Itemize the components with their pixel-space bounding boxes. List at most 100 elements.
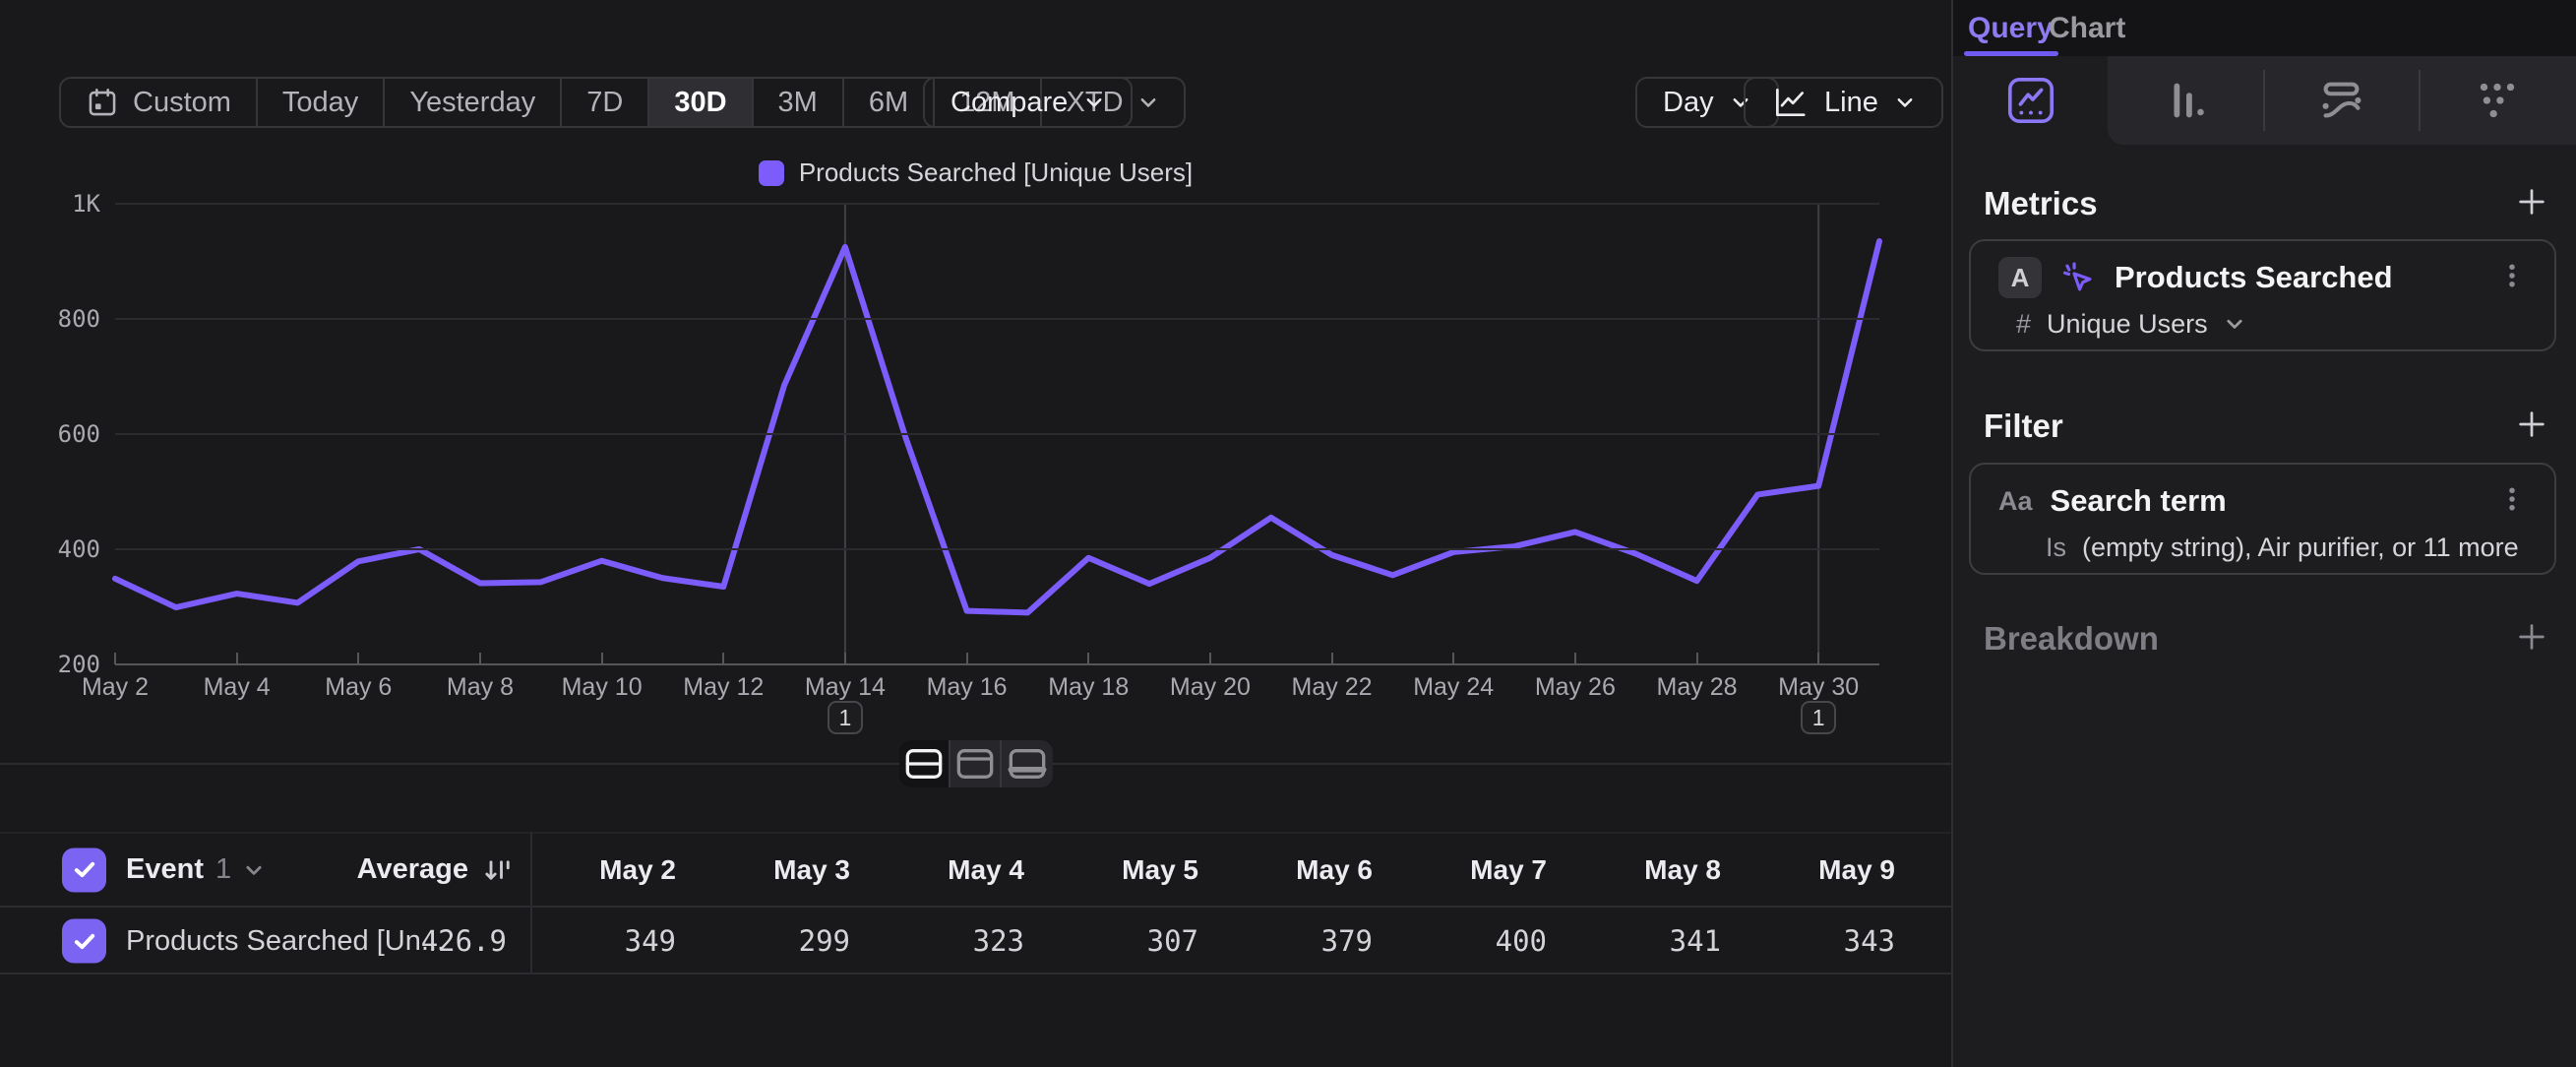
check-icon — [70, 855, 99, 885]
chart-view-button[interactable] — [951, 740, 1002, 787]
x-axis-label: May 18 — [1019, 673, 1157, 702]
chart-view-icon — [955, 747, 995, 781]
x-axis-line — [115, 663, 1879, 665]
add-filter-button[interactable] — [2515, 408, 2548, 441]
day-value-cell: 343 — [1750, 910, 1925, 973]
table-column-divider — [530, 832, 532, 974]
x-axis-label: May 6 — [289, 673, 427, 702]
x-axis-label: May 14 — [776, 673, 914, 702]
y-axis-label: 1K — [12, 190, 100, 218]
x-axis-tick — [1452, 653, 1454, 664]
check-icon — [70, 926, 99, 956]
filter-kebab-menu-icon[interactable] — [2497, 484, 2527, 519]
day-column-header[interactable]: May 3 — [705, 834, 880, 906]
sort-descending-icon — [482, 855, 512, 885]
table-row[interactable]: Products Searched [Un... 426.9 349299323… — [0, 910, 1951, 974]
x-axis-tick — [1209, 653, 1211, 664]
row-checkbox[interactable] — [62, 919, 106, 964]
x-axis-tick — [357, 653, 359, 664]
x-axis-tick — [1574, 653, 1576, 664]
main-area: Custom Today Yesterday 7D 30D 3M 6M 12M … — [0, 0, 1951, 1067]
metrics-heading: Metrics — [1984, 185, 2098, 222]
filter-card[interactable]: Aa Search term Is (empty string), Air pu… — [1969, 463, 2556, 575]
tab-query[interactable]: Query — [1968, 0, 2054, 56]
add-metric-button[interactable] — [2515, 185, 2548, 219]
event-cursor-icon — [2059, 259, 2097, 296]
x-axis-label: May 4 — [168, 673, 306, 702]
metric-card[interactable]: A Products Searched # Unique Users — [1969, 239, 2556, 351]
panel-tab-bar: Query Chart — [1953, 0, 2576, 56]
x-axis-tick — [1331, 653, 1333, 664]
y-axis-label: 800 — [12, 305, 100, 333]
event-selector[interactable]: Event 1 — [126, 834, 265, 906]
tab-chart[interactable]: Chart — [2049, 0, 2125, 56]
event-count: 1 — [215, 853, 231, 886]
flows-icon — [2315, 74, 2368, 127]
chevron-down-icon — [2224, 313, 2245, 335]
day-column-header[interactable]: May 2 — [531, 834, 705, 906]
query-panel: Query Chart — [1953, 0, 2576, 1067]
y-gridline — [115, 548, 1879, 550]
x-axis-label: May 30 — [1749, 673, 1887, 702]
filter-value[interactable]: (empty string), Air purifier, or 11 more — [2082, 533, 2519, 563]
funnel-dots-icon — [2471, 74, 2524, 127]
day-value-cell: 341 — [1576, 910, 1750, 973]
x-axis-tick — [966, 653, 968, 664]
x-axis-label: May 8 — [411, 673, 549, 702]
annotation-badge[interactable]: 1 — [828, 701, 863, 734]
strip-divider — [2263, 70, 2265, 131]
table-view-button[interactable] — [1002, 740, 1053, 787]
split-view-button[interactable] — [899, 740, 951, 787]
app-window: Custom Today Yesterday 7D 30D 3M 6M 12M … — [0, 0, 2576, 1067]
strip-divider — [2419, 70, 2421, 131]
tab-flows[interactable] — [2264, 56, 2420, 145]
x-axis-tick — [722, 653, 724, 664]
average-column-header[interactable]: Average — [256, 834, 512, 906]
line-chart[interactable]: 1K800600400200May 2May 4May 6May 8May 10… — [0, 0, 1951, 807]
annotation-badge[interactable]: 1 — [1801, 701, 1836, 734]
event-checkbox[interactable] — [62, 847, 106, 892]
x-axis-tick — [601, 653, 603, 664]
split-view-icon — [904, 747, 944, 781]
x-axis-tick — [114, 653, 116, 664]
day-value-cell: 323 — [880, 910, 1054, 973]
bar-chart-icon — [2160, 74, 2213, 127]
metric-letter-badge: A — [1998, 257, 2042, 298]
day-value-cell: 379 — [1228, 910, 1402, 973]
day-column-header[interactable]: May 5 — [1054, 834, 1228, 906]
table-header-row: Event 1 Average May 2May 3May 4May 5May … — [0, 832, 1951, 908]
x-axis-label: May 24 — [1384, 673, 1522, 702]
tab-insights-line-chart[interactable] — [1953, 56, 2109, 145]
x-axis-label: May 26 — [1506, 673, 1644, 702]
trend-line[interactable] — [115, 241, 1879, 612]
measure-selector[interactable]: Unique Users — [2047, 309, 2208, 340]
x-axis-label: May 20 — [1141, 673, 1279, 702]
day-column-header[interactable]: May 9 — [1750, 834, 1925, 906]
y-gridline — [115, 433, 1879, 435]
day-value-cell: 400 — [1402, 910, 1576, 973]
add-breakdown-button[interactable] — [2515, 620, 2548, 654]
day-value-cell: 349 — [531, 910, 705, 973]
metric-name: Products Searched — [2115, 260, 2480, 295]
day-column-header[interactable]: May 7 — [1402, 834, 1576, 906]
filter-property-name: Search term — [2051, 483, 2480, 519]
day-column-header[interactable]: May 6 — [1228, 834, 1402, 906]
day-value-cell: 307 — [1054, 910, 1228, 973]
x-axis-tick — [1087, 653, 1089, 664]
measure-prefix: # — [2016, 309, 2031, 340]
tab-funnel-dots[interactable] — [2420, 56, 2575, 145]
y-axis-label: 600 — [12, 420, 100, 448]
filter-type-badge: Aa — [1998, 486, 2033, 517]
y-gridline — [115, 318, 1879, 320]
day-column-header[interactable]: May 8 — [1576, 834, 1750, 906]
filter-heading: Filter — [1984, 408, 2063, 445]
x-axis-tick — [236, 653, 238, 664]
filter-operator[interactable]: Is — [2046, 533, 2066, 563]
x-axis-label: May 16 — [898, 673, 1036, 702]
y-axis-label: 400 — [12, 535, 100, 563]
tab-bar-chart[interactable] — [2109, 56, 2264, 145]
day-column-header[interactable]: May 4 — [880, 834, 1054, 906]
x-axis-label: May 28 — [1628, 673, 1766, 702]
metric-kebab-menu-icon[interactable] — [2497, 261, 2527, 295]
table-view-icon — [1008, 747, 1047, 781]
